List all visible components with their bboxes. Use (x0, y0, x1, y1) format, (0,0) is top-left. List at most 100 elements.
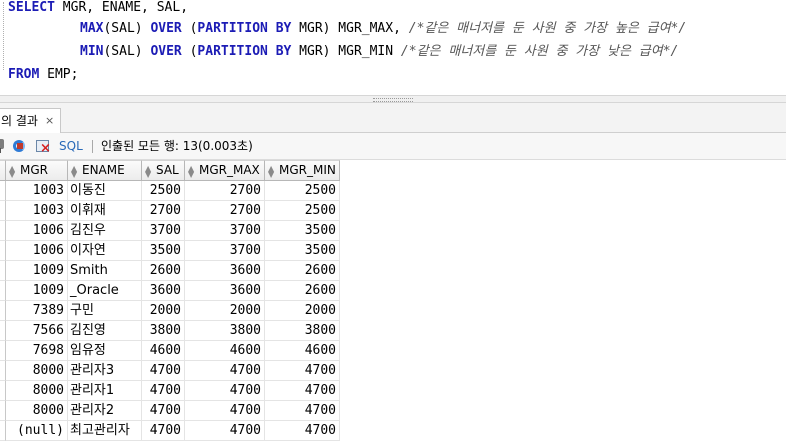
code-line-2[interactable]: MAX(SAL) OVER (PARTITION BY MGR) MGR_MAX… (80, 21, 686, 37)
sql-button[interactable]: SQL (59, 133, 83, 159)
column-header-mgr[interactable]: ▲ ▼ MGR (6, 160, 68, 181)
cell-ename[interactable]: 최고관리자 (68, 421, 142, 441)
cell-sal[interactable]: 3500 (142, 241, 185, 261)
table-row[interactable]: 61009_Oracle360036002600 (0, 281, 340, 301)
cell-ename[interactable]: 이동진 (68, 181, 142, 201)
cell-mgr-max[interactable]: 4700 (185, 421, 265, 441)
cell-sal[interactable]: 4600 (142, 341, 185, 361)
cell-mgr-max[interactable]: 3600 (185, 261, 265, 281)
cell-sal[interactable]: 3800 (142, 321, 185, 341)
sql-comment: /*같은 매너저를 둔 사원 중 가장 낮은 급여*/ (400, 44, 679, 59)
code-line-4[interactable]: FROM EMP; (8, 67, 78, 83)
sql-text: EMP; (39, 67, 79, 82)
table-row[interactable]: 11003이동진250027002500 (0, 181, 340, 201)
cell-mgr-max[interactable]: 3800 (185, 321, 265, 341)
cell-mgr-min[interactable]: 3500 (265, 221, 340, 241)
table-row[interactable]: 28000관리자2470047004700 (0, 401, 340, 421)
cell-mgr-max[interactable]: 2700 (185, 201, 265, 221)
column-header-mgr-min[interactable]: ▲ ▼ MGR_MIN (265, 160, 340, 181)
cell-ename[interactable]: 이휘재 (68, 201, 142, 221)
cell-mgr[interactable]: 1009 (6, 281, 68, 301)
cell-mgr-max[interactable]: 3700 (185, 221, 265, 241)
splitter-grip (373, 98, 413, 102)
cell-mgr[interactable]: 8000 (6, 381, 68, 401)
cell-mgr[interactable]: (null) (6, 421, 68, 441)
cell-sal[interactable]: 3700 (142, 221, 185, 241)
code-line-1[interactable]: SELECT MGR, ENAME, SAL, (8, 0, 188, 16)
table-row[interactable]: 51009Smith260036002600 (0, 261, 340, 281)
cell-mgr-max[interactable]: 4700 (185, 381, 265, 401)
cell-ename[interactable]: 이자연 (68, 241, 142, 261)
cell-mgr[interactable]: 8000 (6, 401, 68, 421)
column-header-mgr-max[interactable]: ▲ ▼ MGR_MAX (185, 160, 265, 181)
cell-sal[interactable]: 3600 (142, 281, 185, 301)
cell-mgr-max[interactable]: 4700 (185, 361, 265, 381)
cell-mgr-min[interactable]: 4700 (265, 421, 340, 441)
cell-ename[interactable]: 구민 (68, 301, 142, 321)
table-row[interactable]: 3(null)최고관리자470047004700 (0, 421, 340, 441)
cell-ename[interactable]: 김진우 (68, 221, 142, 241)
cell-mgr-max[interactable]: 4700 (185, 401, 265, 421)
cell-mgr[interactable]: 8000 (6, 361, 68, 381)
cell-ename[interactable]: 임유정 (68, 341, 142, 361)
cell-sal[interactable]: 2700 (142, 201, 185, 221)
cell-mgr[interactable]: 1006 (6, 241, 68, 261)
cell-ename[interactable]: 관리자1 (68, 381, 142, 401)
cell-sal[interactable]: 2600 (142, 261, 185, 281)
table-row[interactable]: 18000관리자1470047004700 (0, 381, 340, 401)
cell-mgr-min[interactable]: 4700 (265, 381, 340, 401)
table-row[interactable]: 97698임유정460046004600 (0, 341, 340, 361)
cell-mgr-min[interactable]: 4600 (265, 341, 340, 361)
cell-ename[interactable]: 김진영 (68, 321, 142, 341)
pin-icon[interactable] (0, 138, 10, 154)
cell-mgr-min[interactable]: 2600 (265, 281, 340, 301)
cell-mgr[interactable]: 1006 (6, 221, 68, 241)
cell-mgr-min[interactable]: 4700 (265, 361, 340, 381)
cell-mgr-min[interactable]: 2600 (265, 261, 340, 281)
cell-mgr-min[interactable]: 2000 (265, 301, 340, 321)
cell-mgr[interactable]: 1003 (6, 181, 68, 201)
cell-mgr[interactable]: 1003 (6, 201, 68, 221)
cell-mgr-min[interactable]: 3800 (265, 321, 340, 341)
cell-mgr[interactable]: 1009 (6, 261, 68, 281)
code-line-3[interactable]: MIN(SAL) OVER (PARTITION BY MGR) MGR_MIN… (80, 44, 678, 60)
column-header-sal[interactable]: ▲ ▼ SAL (142, 160, 185, 181)
refresh-icon[interactable] (12, 138, 28, 154)
table-row[interactable]: 08000관리자3470047004700 (0, 361, 340, 381)
cell-mgr[interactable]: 7566 (6, 321, 68, 341)
cell-mgr-max[interactable]: 3600 (185, 281, 265, 301)
cell-sal[interactable]: 4700 (142, 361, 185, 381)
cell-ename[interactable]: 관리자2 (68, 401, 142, 421)
column-header-ename[interactable]: ▲ ▼ ENAME (68, 160, 142, 181)
cell-sal[interactable]: 4700 (142, 381, 185, 401)
result-grid[interactable]: ▲ ▼ MGR ▲ ▼ ENAME ▲ ▼ SAL ▲ ▼ MGR_MAX ▲ ▼ MGR_MIN … (0, 160, 786, 447)
cell-sal[interactable]: 4700 (142, 421, 185, 441)
sql-editor[interactable]: SELECT MGR, ENAME, SAL, MAX(SAL) OVER (P… (0, 0, 786, 95)
cell-mgr[interactable]: 7389 (6, 301, 68, 321)
sql-text: ( (181, 21, 198, 36)
cell-ename[interactable]: 관리자3 (68, 361, 142, 381)
cell-mgr-min[interactable]: 4700 (265, 401, 340, 421)
table-row[interactable]: 21003이휘재270027002500 (0, 201, 340, 221)
cell-mgr-max[interactable]: 2700 (185, 181, 265, 201)
table-row[interactable]: 77389구민200020002000 (0, 301, 340, 321)
pane-splitter[interactable] (0, 95, 786, 103)
cell-mgr-max[interactable]: 2000 (185, 301, 265, 321)
table-row[interactable]: 41006이자연350037003500 (0, 241, 340, 261)
tab-query-result[interactable]: 의 결과 × (0, 108, 62, 133)
cell-ename[interactable]: _Oracle (68, 281, 142, 301)
cell-mgr-max[interactable]: 3700 (185, 241, 265, 261)
delete-icon[interactable]: × (35, 138, 51, 155)
cell-sal[interactable]: 2000 (142, 301, 185, 321)
table-row[interactable]: 31006김진우370037003500 (0, 221, 340, 241)
table-row[interactable]: 87566김진영380038003800 (0, 321, 340, 341)
cell-mgr[interactable]: 7698 (6, 341, 68, 361)
cell-mgr-min[interactable]: 3500 (265, 241, 340, 261)
cell-mgr-max[interactable]: 4600 (185, 341, 265, 361)
close-tab-icon[interactable]: × (45, 109, 54, 133)
cell-mgr-min[interactable]: 2500 (265, 201, 340, 221)
cell-mgr-min[interactable]: 2500 (265, 181, 340, 201)
cell-sal[interactable]: 2500 (142, 181, 185, 201)
cell-sal[interactable]: 4700 (142, 401, 185, 421)
cell-ename[interactable]: Smith (68, 261, 142, 281)
